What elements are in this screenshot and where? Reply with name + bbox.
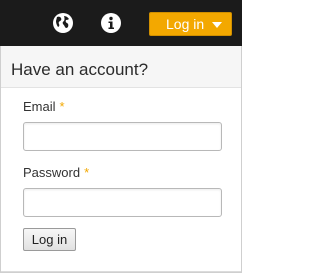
top-navigation-bar: Log in — [0, 0, 242, 46]
login-dropdown-button[interactable]: Log in — [149, 12, 232, 36]
password-label-text: Password — [23, 165, 81, 180]
login-dropdown-panel: Have an account? Email * Password * Log in — [0, 46, 242, 273]
email-field[interactable] — [23, 122, 222, 151]
email-label-text: Email — [23, 99, 56, 114]
login-dropdown-label: Log in — [166, 16, 205, 32]
globe-icon[interactable] — [52, 12, 74, 34]
panel-title: Have an account? — [11, 60, 149, 79]
email-required-marker: * — [59, 99, 65, 114]
login-submit-button[interactable]: Log in — [23, 228, 76, 251]
caret-down-icon — [212, 22, 222, 28]
panel-header: Have an account? — [1, 46, 241, 88]
password-field[interactable] — [23, 188, 222, 217]
divider — [1, 271, 241, 272]
email-label: Email * — [23, 99, 65, 114]
password-label: Password * — [23, 165, 89, 180]
info-icon[interactable] — [100, 12, 122, 34]
password-required-marker: * — [84, 165, 90, 180]
